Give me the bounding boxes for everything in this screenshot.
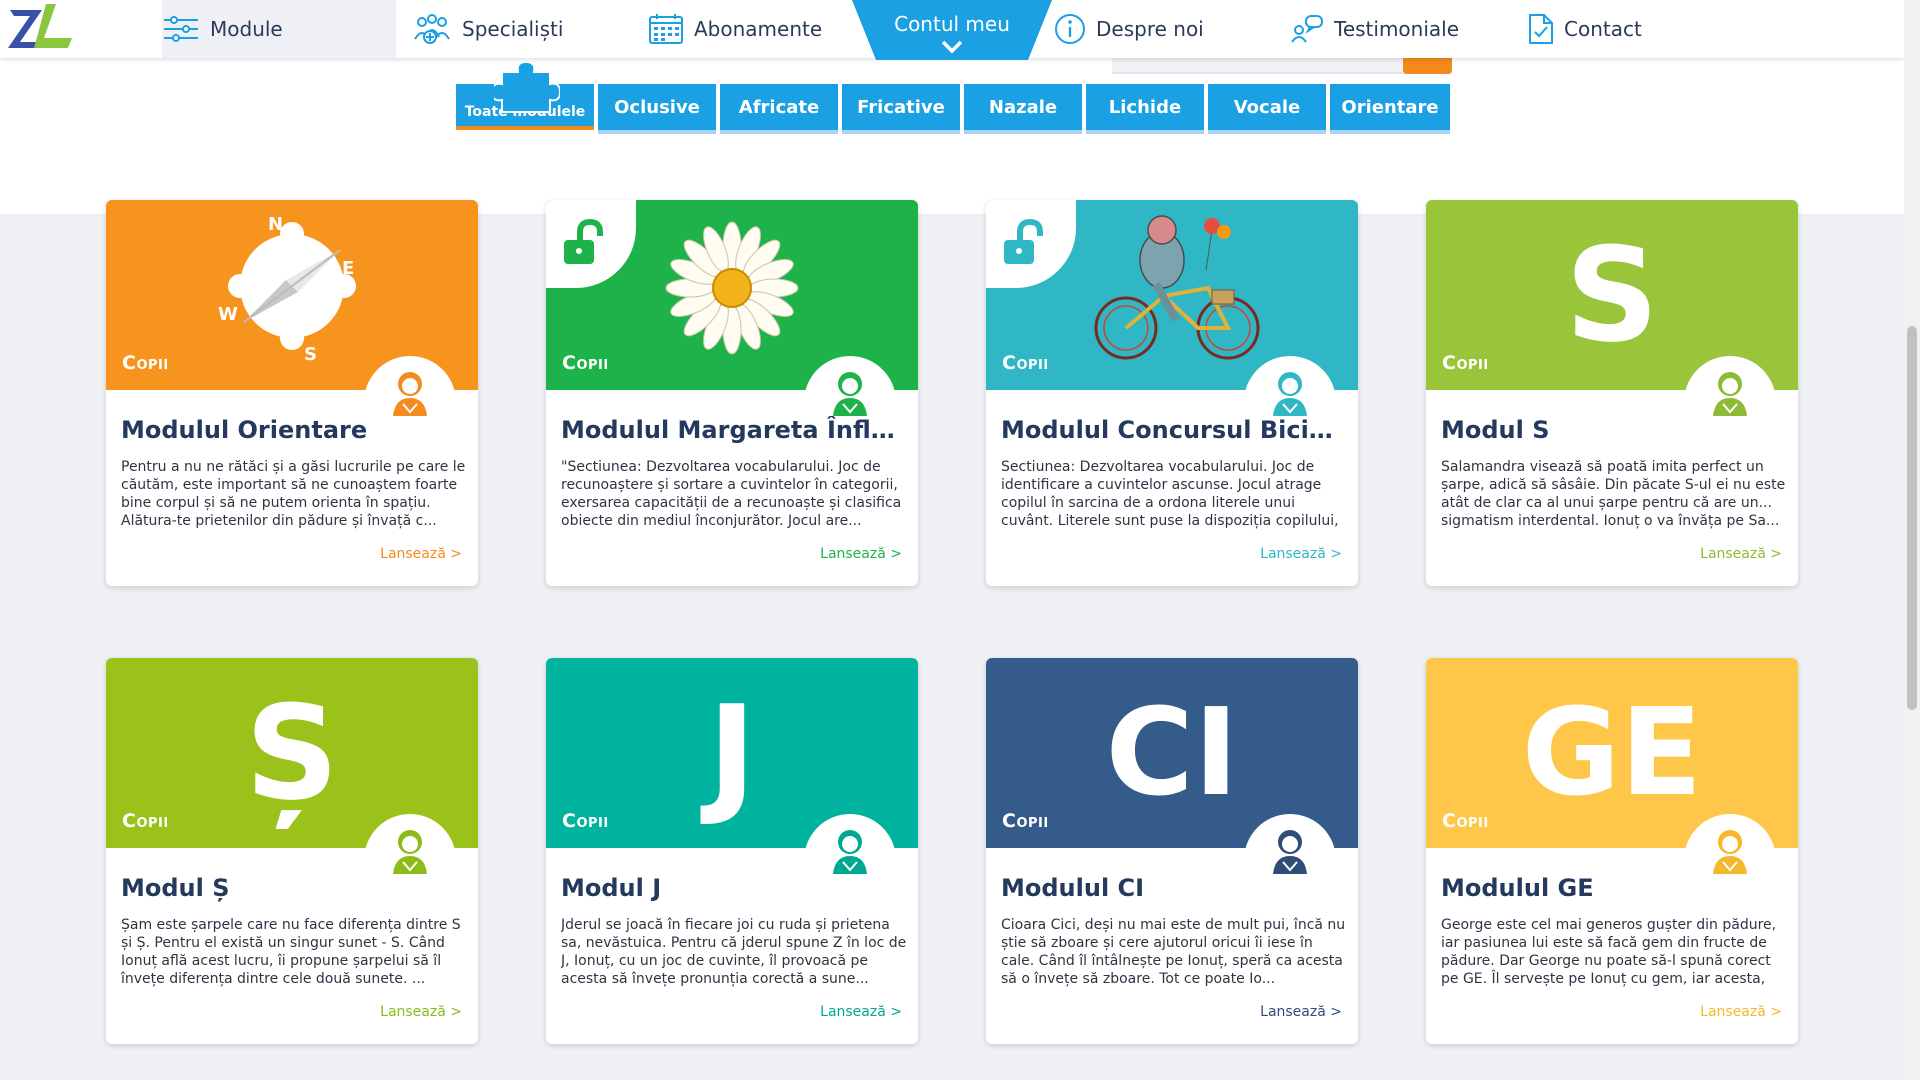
launch-link[interactable]: Lansează > <box>380 546 462 562</box>
card-audience-label: Copii <box>1442 810 1489 832</box>
card-title: Modul S <box>1441 416 1550 444</box>
nav-abonamente[interactable]: Abonamente <box>648 0 822 58</box>
card-description: Sectiunea: Dezvoltarea vocabularului. Jo… <box>1001 459 1339 529</box>
clipboard-check-icon <box>1529 14 1553 44</box>
puzzle-icon <box>494 60 560 113</box>
filter-tab-vocale[interactable]: Vocale <box>1208 84 1326 134</box>
compass-east-label: E <box>342 258 354 279</box>
filter-tab-label: Orientare <box>1341 96 1439 118</box>
card-audience-label: Copii <box>1442 352 1489 374</box>
card-title: Modulul CI <box>1001 874 1145 902</box>
card-audience-label: Copii <box>562 352 609 374</box>
card-title: Modulul GE <box>1441 874 1594 902</box>
launch-link[interactable]: Lansează > <box>1700 546 1782 562</box>
launch-link[interactable]: Lansează > <box>1260 1004 1342 1020</box>
module-card-ge[interactable]: GE Copii Modulul GE George este cel mai … <box>1426 658 1798 1044</box>
card-audience-label: Copii <box>122 352 169 374</box>
nav-despre-noi[interactable]: Despre noi <box>1054 0 1204 58</box>
card-title: Modul Ș <box>121 874 230 902</box>
filter-tab-label: Africate <box>738 96 820 118</box>
search-input[interactable] <box>1112 58 1452 74</box>
nav-contact-label: Contact <box>1564 17 1642 41</box>
child-avatar-icon <box>393 372 427 416</box>
launch-link[interactable]: Lansează > <box>1260 546 1342 562</box>
nav-module[interactable]: Module <box>162 0 396 58</box>
nav-testimoniale-label: Testimoniale <box>1334 17 1460 41</box>
module-card-s[interactable]: S Copii Modul S Salamandra visează să po… <box>1426 200 1798 586</box>
child-avatar-icon <box>1273 372 1307 416</box>
nav-contul-meu[interactable]: Contul meu <box>852 0 1052 60</box>
filter-tab-africate[interactable]: Africate <box>720 84 838 134</box>
card-description: Salamandra visează să poată imita perfec… <box>1441 459 1786 529</box>
card-audience-label: Copii <box>562 810 609 832</box>
child-avatar-icon <box>833 830 867 874</box>
filter-tab-lichide[interactable]: Lichide <box>1086 84 1204 134</box>
compass-south-label: S <box>304 344 317 365</box>
calendar-icon <box>649 14 683 44</box>
filter-tab-label: Vocale <box>1233 96 1301 118</box>
nav-module-label: Module <box>210 17 283 41</box>
compass-west-label: W <box>218 304 238 325</box>
filter-tab-label: Oclusive <box>614 96 700 118</box>
nav-abonamente-label: Abonamente <box>694 17 823 41</box>
launch-link[interactable]: Lansează > <box>820 546 902 562</box>
card-audience-label: Copii <box>1002 352 1049 374</box>
filter-tab-nazale[interactable]: Nazale <box>964 84 1082 134</box>
search-button[interactable] <box>1403 58 1452 74</box>
module-card-ci[interactable]: CI Copii Modulul CI Cioara Cici, deși nu… <box>986 658 1358 1044</box>
compass-north-label: N <box>268 214 283 235</box>
info-icon <box>1055 14 1085 44</box>
child-avatar-icon <box>1273 830 1307 874</box>
filter-tab-label: Nazale <box>988 96 1058 118</box>
nav-specialisti-label: Specialiști <box>462 17 564 41</box>
filter-tab-label: Lichide <box>1108 96 1182 118</box>
top-navigation: Module Specialiști Abonamente Contul meu… <box>0 0 1904 60</box>
child-avatar-icon <box>393 830 427 874</box>
card-description: Șam este șarpele care nu face diferența … <box>121 917 461 987</box>
card-title: Modulul Concursul Biciclișt... <box>1001 416 1346 444</box>
filter-tab-orientare[interactable]: Orientare <box>1330 84 1450 134</box>
card-description: "Sectiunea: Dezvoltarea vocabularului. J… <box>561 459 902 529</box>
module-card-concursul-biciclistilor[interactable]: Copii Modulul Concursul Biciclișt... Sec… <box>986 200 1358 586</box>
card-description: George este cel mai generos gușter din p… <box>1441 917 1777 987</box>
users-icon <box>414 14 450 44</box>
page-scrollbar[interactable] <box>1904 0 1920 1080</box>
child-avatar-icon <box>833 372 867 416</box>
launch-link[interactable]: Lansează > <box>820 1004 902 1020</box>
module-card-sh[interactable]: Ș Copii Modul Ș Șam este șarpele care nu… <box>106 658 478 1044</box>
nav-contul-meu-label: Contul meu <box>894 12 1010 36</box>
zl-logo[interactable] <box>6 2 76 50</box>
card-description: Pentru a nu ne rătăci și a găsi lucruril… <box>121 459 466 529</box>
module-card-orientare[interactable]: N E W S Copii Modulul Orientare Pentru a… <box>106 200 478 586</box>
card-description: Cioara Cici, deși nu mai este de mult pu… <box>1001 917 1346 987</box>
card-title: Modulul Margareta Înflorită <box>561 416 906 444</box>
filter-tab-fricative[interactable]: Fricative <box>842 84 960 134</box>
scrollbar-thumb[interactable] <box>1907 326 1917 710</box>
nav-contact[interactable]: Contact <box>1526 0 1642 58</box>
unlock-icon <box>564 218 603 264</box>
unlock-icon <box>1004 218 1043 264</box>
sliders-icon <box>164 16 198 42</box>
card-audience-label: Copii <box>122 810 169 832</box>
filter-tab-label: Fricative <box>857 96 945 118</box>
filter-tab-toate-modulele[interactable]: Toate modulele <box>456 60 594 130</box>
module-card-j[interactable]: J Copii Modul J Jderul se joacă în fieca… <box>546 658 918 1044</box>
child-avatar-icon <box>1713 372 1747 416</box>
launch-link[interactable]: Lansează > <box>1700 1004 1782 1020</box>
filter-tab-oclusive[interactable]: Oclusive <box>598 84 716 134</box>
card-title: Modulul Orientare <box>121 416 368 444</box>
nav-despre-noi-label: Despre noi <box>1096 17 1204 41</box>
chat-users-icon <box>1291 15 1323 43</box>
card-title: Modul J <box>561 874 662 902</box>
chevron-down-icon <box>941 40 963 54</box>
launch-link[interactable]: Lansează > <box>380 1004 462 1020</box>
nav-specialisti[interactable]: Specialiști <box>412 0 563 58</box>
card-description: Jderul se joacă în fiecare joi cu ruda ș… <box>561 917 907 987</box>
module-card-margareta[interactable]: Copii Modulul Margareta Înflorită "Secti… <box>546 200 918 586</box>
nav-testimoniale[interactable]: Testimoniale <box>1290 0 1459 58</box>
card-audience-label: Copii <box>1002 810 1049 832</box>
child-avatar-icon <box>1713 830 1747 874</box>
